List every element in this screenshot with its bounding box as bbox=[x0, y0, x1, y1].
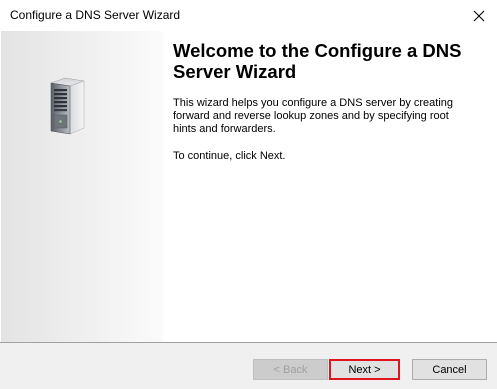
wizard-window: Configure a DNS Server Wizard Welcome to… bbox=[0, 0, 497, 389]
back-button[interactable]: < Back bbox=[253, 359, 328, 380]
next-button[interactable]: Next > bbox=[329, 359, 400, 380]
cancel-button[interactable]: Cancel bbox=[412, 359, 487, 380]
continue-instruction: To continue, click Next. bbox=[173, 150, 286, 162]
wizard-side-panel bbox=[1, 31, 163, 342]
close-icon bbox=[473, 10, 485, 21]
close-button[interactable] bbox=[461, 0, 497, 31]
description-text: This wizard helps you configure a DNS se… bbox=[173, 97, 454, 135]
wizard-content: Welcome to the Configure a DNS Server Wi… bbox=[163, 31, 497, 342]
page-title: Welcome to the Configure a DNS Server Wi… bbox=[173, 40, 462, 82]
server-icon bbox=[50, 77, 85, 135]
window-title: Configure a DNS Server Wizard bbox=[10, 8, 181, 22]
title-bar: Configure a DNS Server Wizard bbox=[0, 0, 497, 31]
button-bar: < Back Next > Cancel bbox=[0, 343, 497, 389]
